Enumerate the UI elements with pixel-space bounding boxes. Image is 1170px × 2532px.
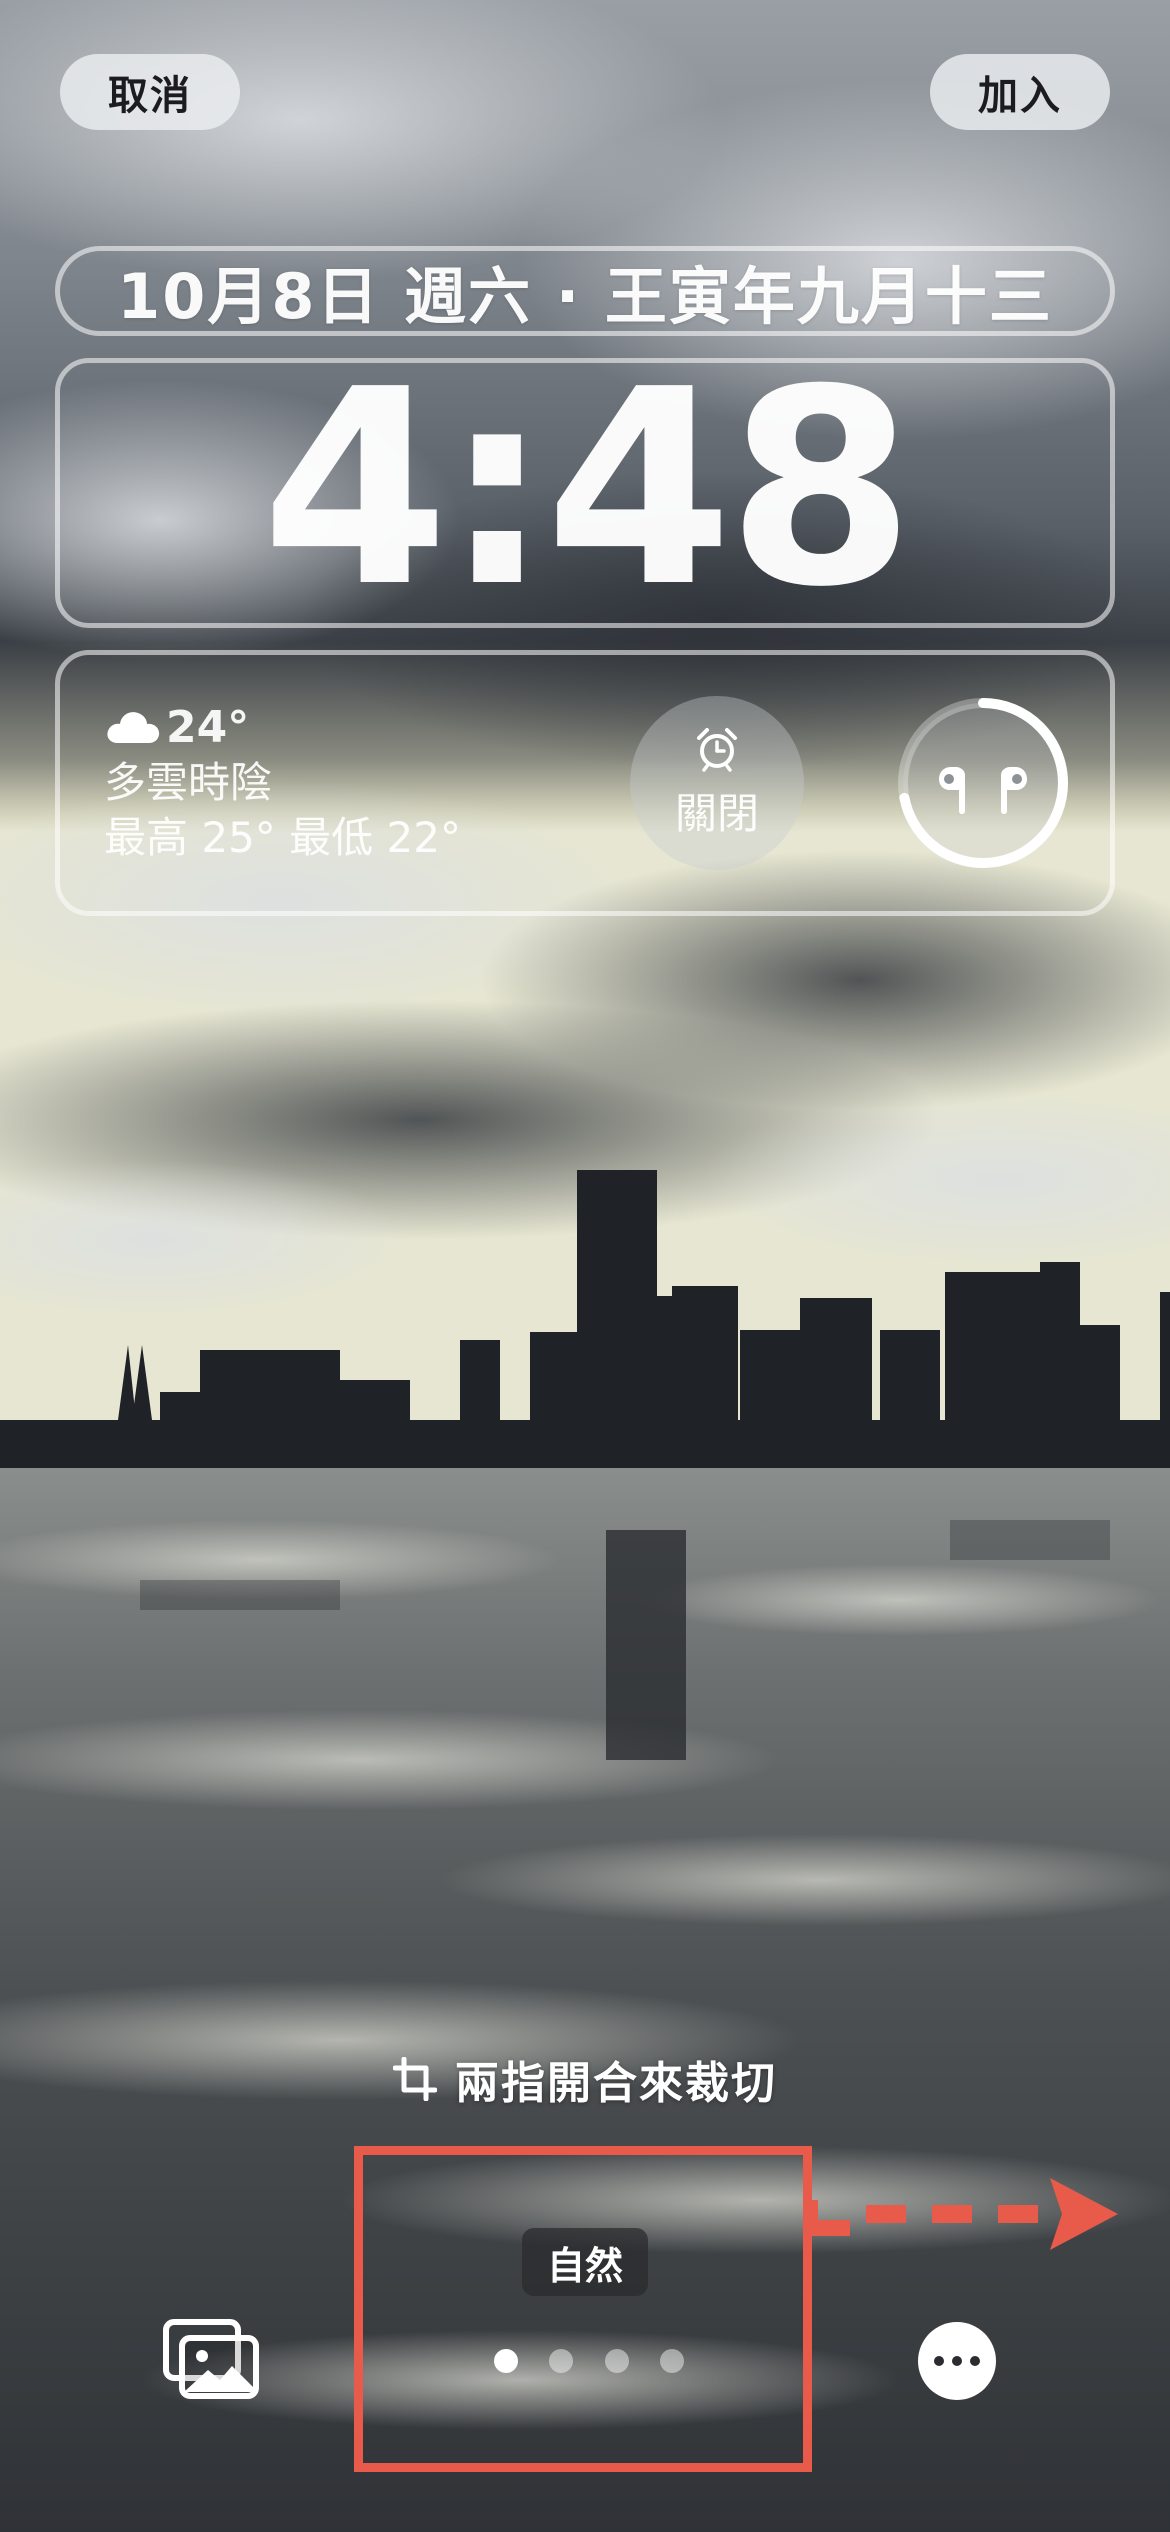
annotation-highlight-box — [354, 2146, 812, 2472]
crop-icon — [393, 2057, 437, 2101]
clock-time: 4:48 — [261, 331, 915, 646]
ellipsis-dot — [970, 2356, 980, 2366]
crop-hint: 兩指開合來裁切 — [0, 2044, 1170, 2114]
crop-hint-text: 兩指開合來裁切 — [455, 2058, 777, 2109]
date-line: 10月8日 週六 · 王寅年九月十三 — [117, 260, 1053, 333]
weather-temperature: 24° — [166, 701, 250, 753]
more-options-button[interactable] — [918, 2322, 996, 2400]
lock-screen-editor: 取消 加入 10月8日 週六 · 王寅年九月十三 4:48 24° 多雲時陰 最… — [0, 0, 1170, 2532]
weather-high-low: 最高 25° 最低 22° — [104, 813, 461, 862]
alarm-widget[interactable]: 關閉 — [630, 696, 804, 870]
add-button[interactable]: 加入 — [930, 54, 1110, 130]
ellipsis-dot — [952, 2356, 962, 2366]
cancel-button[interactable]: 取消 — [60, 54, 240, 130]
alarm-clock-icon — [693, 726, 741, 776]
alarm-status-label: 關閉 — [674, 788, 759, 838]
airpods-battery-widget[interactable] — [893, 693, 1073, 873]
cloud-icon — [104, 705, 162, 749]
photo-library-icon[interactable] — [162, 2318, 262, 2402]
weather-condition: 多雲時陰 — [104, 758, 273, 807]
ellipsis-icon — [934, 2356, 944, 2366]
weather-widget[interactable]: 24° 多雲時陰 最高 25° 最低 22° — [104, 700, 461, 866]
annotation-swipe-arrow — [806, 2178, 1118, 2250]
